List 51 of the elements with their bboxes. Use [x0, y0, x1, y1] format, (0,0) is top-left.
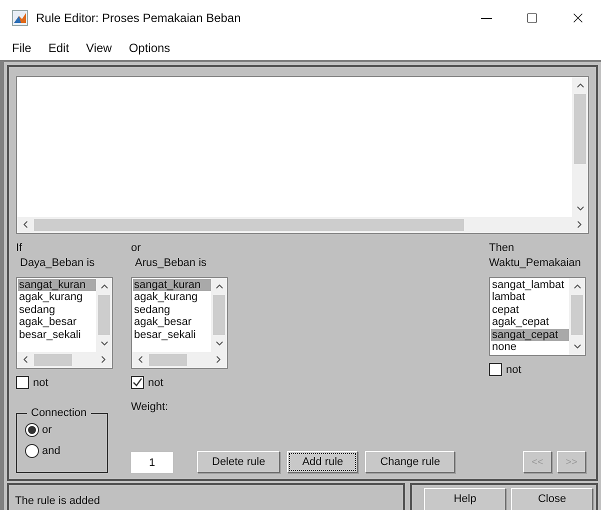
radio-button[interactable] [25, 444, 39, 458]
footer-button[interactable]: Close [511, 488, 593, 510]
check-icon [132, 377, 143, 388]
variable-label: Daya_Beban is [19, 256, 96, 270]
scroll-thumb[interactable] [574, 94, 586, 164]
list-item[interactable]: sangat_kuran [133, 278, 211, 291]
weight-label: Weight: [131, 400, 170, 415]
horizontal-scrollbar[interactable] [132, 352, 227, 368]
not-checkbox[interactable] [16, 376, 29, 390]
variable-label: Arus_Beban is [134, 256, 208, 270]
rule-action-button[interactable]: Delete rule [197, 451, 280, 473]
vertical-scrollbar[interactable] [96, 278, 112, 352]
not-checkbox[interactable] [131, 376, 144, 390]
horizontal-scrollbar[interactable] [17, 352, 112, 368]
list-item[interactable]: sangat_cepat [491, 328, 569, 341]
connection-title: Connection [30, 406, 88, 421]
scroll-thumb[interactable] [34, 218, 464, 230]
list-item[interactable]: sangat_kuran [18, 278, 96, 291]
not-checkbox[interactable] [489, 363, 502, 376]
vertical-scrollbar[interactable] [211, 278, 227, 352]
scroll-thumb[interactable] [149, 354, 187, 366]
status-text: The rule is added [15, 495, 100, 507]
membership-list[interactable]: sangat_lambat lambat cepat agak_cepat sangat_cepat none [489, 276, 586, 356]
rule-action-button[interactable]: Change rule [365, 451, 456, 473]
rule-action-button[interactable]: Add rule [287, 451, 358, 473]
maximize-icon [526, 12, 538, 24]
connector-label: If [16, 242, 24, 254]
app-logo-icon [12, 10, 28, 26]
scroll-thumb[interactable] [213, 294, 225, 334]
menu-item[interactable]: File [12, 39, 32, 57]
weight-field[interactable]: 1 [131, 452, 173, 473]
scroll-thumb[interactable] [571, 294, 583, 334]
scroll-thumb[interactable] [98, 294, 110, 334]
not-label: not [148, 376, 164, 390]
variable-label: Waktu_Pemakaian [489, 256, 582, 270]
connector-label: or [131, 242, 142, 254]
radio-button[interactable] [25, 422, 39, 437]
connector-label: Then [489, 242, 516, 254]
window-title: Rule Editor: Proses Pemakaian Beban [36, 10, 241, 27]
footer-button[interactable]: Help [424, 488, 506, 510]
menu-item[interactable]: Edit [48, 39, 70, 57]
not-label: not [33, 376, 48, 390]
membership-list[interactable]: sangat_kuran agak_kurang sedang agak_besar besar_sekali [131, 276, 228, 368]
menu-item[interactable]: Options [128, 39, 170, 57]
vertical-scrollbar[interactable] [569, 278, 585, 354]
radio-label: or [42, 422, 52, 438]
scroll-thumb[interactable] [34, 354, 72, 366]
radio-label: and [42, 444, 60, 459]
menu-item[interactable]: View [86, 39, 112, 57]
membership-list[interactable]: sangat_kuran agak_kurang sedang agak_besar besar_sekali [16, 276, 113, 368]
not-label: not [506, 362, 522, 378]
